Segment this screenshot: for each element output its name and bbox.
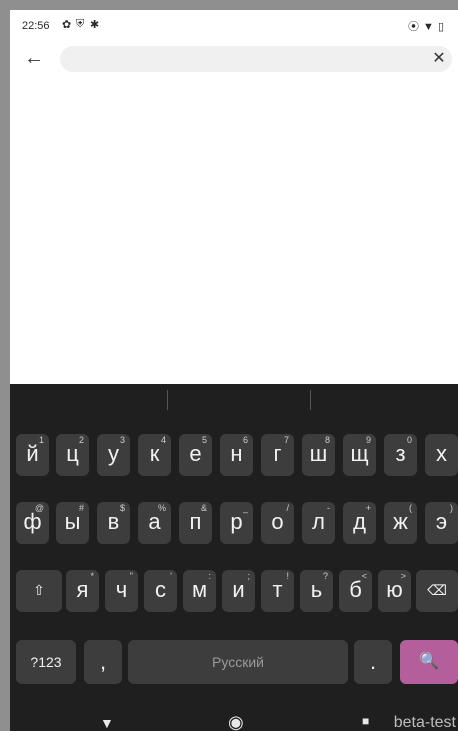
comma-key[interactable]: , (84, 640, 122, 684)
key[interactable]: б < (339, 570, 372, 612)
key[interactable]: н6 (220, 434, 253, 476)
key[interactable]: д + (343, 502, 376, 544)
suggestion-divider (167, 390, 168, 410)
numbers-key[interactable]: ?123 (16, 640, 76, 684)
back-arrow-icon[interactable]: ← (24, 46, 48, 70)
status-icons-right: ⦿▼▯ (408, 18, 448, 34)
space-key[interactable]: Русский (128, 640, 348, 684)
key[interactable]: м: (183, 570, 216, 612)
navigation-bar: ▼ ◉ ■ (10, 709, 458, 731)
key[interactable]: п & (179, 502, 212, 544)
key[interactable]: з0 (384, 434, 417, 476)
bezel-top (0, 0, 458, 10)
suggestion-bar (10, 384, 458, 424)
recents-square-icon[interactable]: ■ (362, 714, 369, 728)
location-icon: ⦿ (408, 21, 424, 33)
key[interactable]: ы # (56, 502, 89, 544)
status-bar: 22:56 ✿ ⛨ ✱ ⦿▼▯ (10, 10, 458, 40)
settings-icon: ✿ (62, 19, 72, 31)
key[interactable]: ь? (300, 570, 333, 612)
key[interactable]: о / (261, 502, 294, 544)
key[interactable]: р _ (220, 502, 253, 544)
key[interactable]: ш8 (302, 434, 335, 476)
key[interactable]: к4 (138, 434, 171, 476)
key[interactable]: ж( (384, 502, 417, 544)
suggestion-divider (310, 390, 311, 410)
screen: 22:56 ✿ ⛨ ✱ ⦿▼▯ ← ✕ й1 ц2 у3 к4 е5 н6 г … (10, 10, 458, 731)
key[interactable]: г7 (261, 434, 294, 476)
status-time: 22:56 (22, 20, 50, 32)
search-icon: 🔍 (419, 653, 439, 670)
close-icon[interactable]: ✕ (430, 50, 448, 68)
bezel-left (0, 0, 10, 731)
key[interactable]: т! (261, 570, 294, 612)
search-key[interactable]: 🔍 (400, 640, 458, 684)
shield-icon: ⛨ (76, 18, 85, 30)
key[interactable]: с ' (144, 570, 177, 612)
key[interactable]: ч " (105, 570, 138, 612)
watermark-text: beta-test (393, 714, 456, 731)
home-circle-icon[interactable]: ◉ (228, 712, 244, 731)
keyboard: й1 ц2 у3 к4 е5 н6 г7 ш8 щ9 з0 х ф @ ы # в $… (10, 384, 458, 731)
battery-icon: ▯ (437, 21, 448, 33)
key[interactable]: э) (425, 502, 458, 544)
bug-icon: ✱ (90, 19, 100, 31)
key[interactable]: л- (302, 502, 335, 544)
key[interactable]: я * (66, 570, 99, 612)
back-triangle-icon[interactable]: ▼ (100, 715, 114, 731)
key[interactable]: ц2 (56, 434, 89, 476)
key[interactable]: щ9 (343, 434, 376, 476)
wifi-icon: ▼ (423, 21, 438, 33)
key[interactable]: в $ (97, 502, 130, 544)
key[interactable]: е5 (179, 434, 212, 476)
key[interactable]: у3 (97, 434, 130, 476)
key[interactable]: и; (222, 570, 255, 612)
key[interactable]: ф @ (16, 502, 49, 544)
key[interactable]: х (425, 434, 458, 476)
shift-key[interactable]: ⇧ (16, 570, 62, 612)
device-frame: 22:56 ✿ ⛨ ✱ ⦿▼▯ ← ✕ й1 ц2 у3 к4 е5 н6 г … (0, 0, 458, 731)
search-row: ← ✕ (10, 42, 458, 76)
period-key[interactable]: . (354, 640, 392, 684)
key[interactable]: й1 (16, 434, 49, 476)
key[interactable]: ю > (378, 570, 411, 612)
key[interactable]: а% (138, 502, 171, 544)
search-input[interactable] (60, 46, 452, 72)
backspace-key[interactable]: ⌫ (416, 570, 458, 612)
